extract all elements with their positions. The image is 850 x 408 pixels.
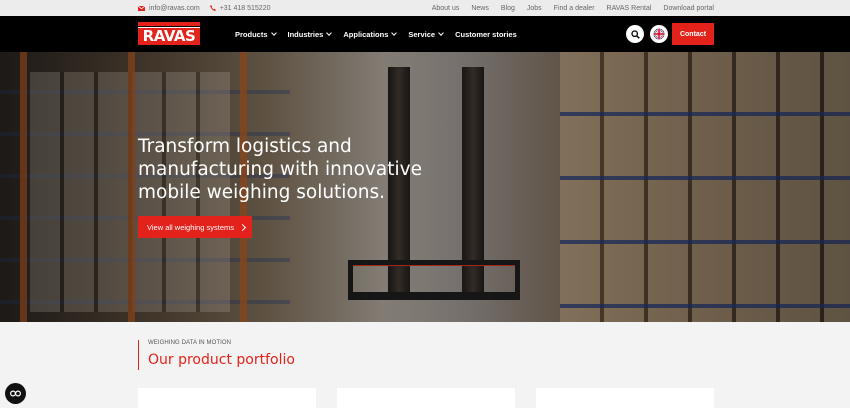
hero-banner: Transform logistics and manufacturing wi… [0, 52, 850, 322]
view-all-weighing-systems-button[interactable]: View all weighing systems [138, 216, 252, 238]
chevron-down-icon [326, 30, 333, 36]
uk-flag-icon [653, 28, 665, 40]
top-utility-bar: info@ravas.com +31 418 515220 About us N… [0, 0, 850, 16]
contact-info: info@ravas.com +31 418 515220 [138, 0, 271, 16]
language-button[interactable] [650, 25, 668, 43]
hero-heading: Transform logistics and manufacturing wi… [138, 136, 422, 203]
cookie-icon [10, 390, 21, 397]
search-button[interactable] [626, 25, 644, 43]
chevron-down-icon [270, 30, 277, 36]
link-about-us[interactable]: About us [432, 5, 460, 12]
nav-menu: Products Industries Applications Service… [235, 16, 517, 52]
cookie-settings-button[interactable] [5, 383, 26, 404]
nav-item-products[interactable]: Products [235, 29, 277, 39]
chevron-right-icon [238, 223, 247, 231]
nav-item-service[interactable]: Service [408, 29, 444, 39]
chevron-down-icon [438, 30, 444, 36]
mail-icon [138, 5, 145, 11]
logo-stripe [138, 22, 200, 26]
phone-icon [209, 5, 216, 11]
search-icon [630, 29, 640, 39]
product-card[interactable] [536, 388, 714, 408]
link-news[interactable]: News [471, 5, 489, 12]
cta-label: View all weighing systems [147, 222, 234, 232]
nav-item-label: Products [235, 29, 268, 39]
link-blog[interactable]: Blog [501, 5, 515, 12]
nav-item-label: Applications [343, 29, 389, 39]
nav-item-label: Service [408, 29, 436, 39]
link-find-a-dealer[interactable]: Find a dealer [554, 5, 595, 12]
link-download-portal[interactable]: Download portal [663, 5, 714, 12]
product-card[interactable] [138, 388, 316, 408]
email-link[interactable]: info@ravas.com [138, 5, 200, 12]
link-ravas-rental[interactable]: RAVAS Rental [607, 5, 652, 12]
phone-text: +31 418 515220 [219, 4, 271, 12]
ravas-logo[interactable]: RAVAS [138, 22, 200, 45]
link-jobs[interactable]: Jobs [527, 5, 542, 12]
logo-wordmark: RAVAS [138, 28, 200, 45]
section-kicker: WEIGHING DATA IN MOTION [148, 340, 232, 346]
main-nav: RAVAS Products Industries Applications S… [0, 16, 850, 52]
phone-link[interactable]: +31 418 515220 [209, 4, 271, 12]
product-portfolio-section: WEIGHING DATA IN MOTION Our product port… [0, 322, 850, 408]
utility-links: About us News Blog Jobs Find a dealer RA… [432, 0, 714, 16]
product-card[interactable] [337, 388, 515, 408]
section-heading: WEIGHING DATA IN MOTION Our product port… [138, 340, 295, 370]
section-title: Our product portfolio [148, 352, 295, 368]
nav-item-label: Customer stories [455, 29, 517, 39]
nav-item-label: Industries [287, 29, 324, 39]
nav-item-industries[interactable]: Industries [287, 29, 333, 39]
nav-item-applications[interactable]: Applications [343, 29, 398, 39]
chevron-down-icon [391, 30, 398, 36]
contact-button[interactable]: Contact [672, 23, 714, 45]
email-text: info@ravas.com [149, 4, 200, 12]
nav-item-customer-stories[interactable]: Customer stories [455, 30, 517, 39]
